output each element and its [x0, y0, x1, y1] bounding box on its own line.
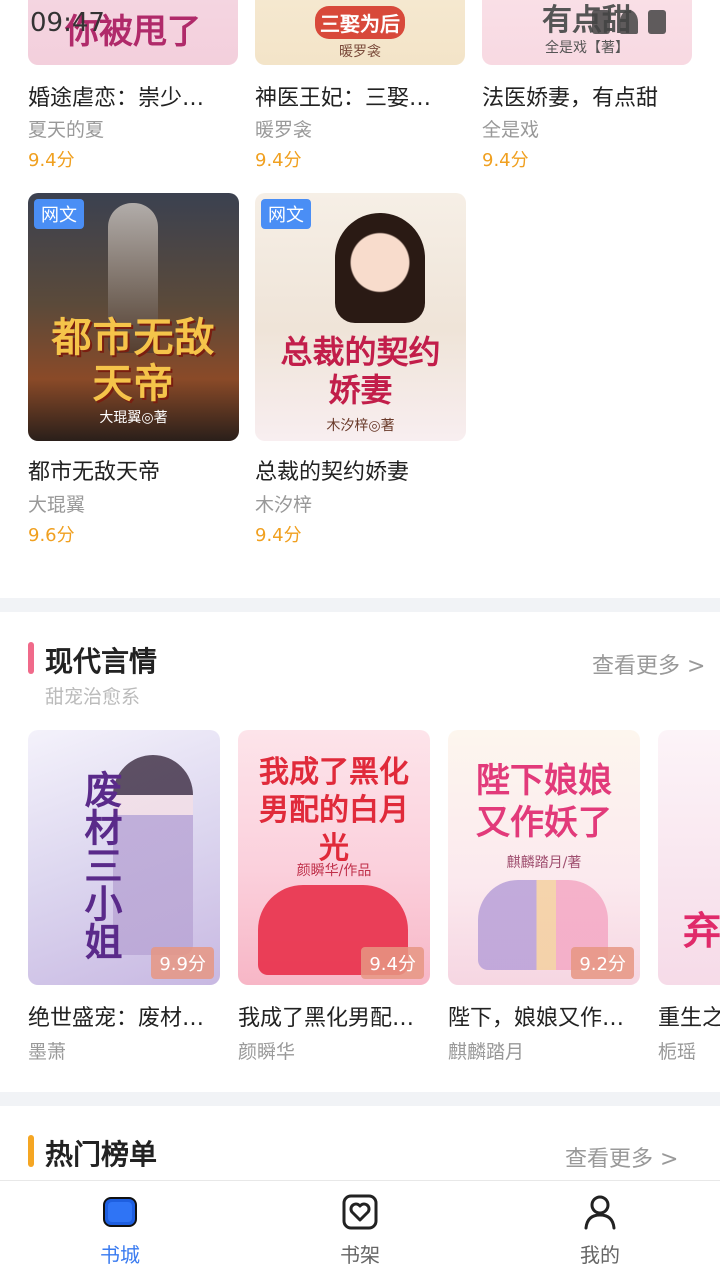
tab-label: 书城: [100, 1243, 140, 1267]
app-page: 09:47 你被甩了 三娶为后 暖罗衾 有点甜 全是戏【著】 婚途虐恋：崇少… …: [0, 0, 720, 1280]
view-more-link[interactable]: 查看更多 >: [565, 1141, 678, 1173]
book-score: 9.4分: [28, 150, 75, 171]
book-title[interactable]: 我成了黑化男配…: [238, 1000, 433, 1032]
cover-author: 木汐梓◎著: [326, 418, 395, 434]
profile-icon: [584, 1195, 616, 1230]
book-cover[interactable]: 废材三小姐 9.9分: [28, 730, 220, 985]
score-badge: 9.9分: [151, 947, 214, 979]
book-author: 麒麟踏月: [448, 1041, 525, 1063]
cover-title: 弃: [682, 909, 720, 953]
book-title[interactable]: 法医娇妻，有点甜: [482, 80, 712, 112]
book-author: 颜瞬华: [238, 1041, 296, 1063]
bottom-tab-bar: 书城 书架 我的: [0, 1180, 720, 1280]
book-title[interactable]: 绝世盛宠：废材…: [28, 1000, 223, 1032]
sim-icon: [592, 10, 610, 34]
score-badge: 9.4分: [361, 947, 424, 979]
status-bar: 09:47: [0, 0, 720, 44]
section-accent-bar: [28, 1135, 34, 1167]
section-divider: [0, 1092, 720, 1106]
book-title[interactable]: 婚途虐恋：崇少…: [28, 80, 238, 112]
book-score: 9.4分: [482, 150, 529, 171]
cover-author: 暖罗衾: [339, 44, 381, 60]
book-cover[interactable]: 我成了黑化男配的白月光 颜瞬华/作品 9.4分: [238, 730, 430, 985]
status-icons: [592, 10, 666, 34]
book-title[interactable]: 都市无敌天帝: [28, 454, 238, 486]
tab-bookshelf[interactable]: 书架: [240, 1181, 480, 1280]
status-time: 09:47: [30, 8, 105, 38]
book-author: 暖罗衾: [255, 119, 313, 141]
view-more-link[interactable]: 查看更多 >: [592, 648, 705, 680]
battery-icon: [648, 10, 666, 34]
book-title[interactable]: 神医王妃：三娶…: [255, 80, 465, 112]
cover-author: 大琨翼◎著: [99, 410, 168, 426]
section-subtitle: 甜宠治愈系: [45, 686, 141, 708]
book-cover[interactable]: 网文 都市无敌天帝 大琨翼◎著: [28, 193, 239, 441]
tab-label: 我的: [580, 1243, 620, 1267]
section-title: 热门榜单: [45, 1138, 158, 1171]
cover-author: 麒麟踏月/著: [506, 855, 582, 871]
cover-title: 总裁的契约娇妻: [280, 333, 441, 409]
book-author: 全是戏: [482, 119, 540, 141]
book-author: 大琨翼: [28, 494, 86, 516]
book-title[interactable]: 重生之…: [658, 1000, 720, 1032]
section-accent-bar: [28, 642, 34, 674]
genre-tag: 网文: [34, 199, 84, 229]
cover-author: 颜瞬华/作品: [296, 863, 372, 879]
book-author: 夏天的夏: [28, 119, 105, 141]
book-score: 9.4分: [255, 150, 302, 171]
cover-title: 都市无敌天帝: [51, 315, 216, 407]
book-score: 9.6分: [28, 525, 75, 546]
book-title[interactable]: 总裁的契约娇妻: [255, 454, 465, 486]
genre-tag: 网文: [261, 199, 311, 229]
bookshelf-icon: [342, 1194, 378, 1230]
book-cover[interactable]: 弃: [658, 730, 720, 985]
section-divider: [0, 598, 720, 612]
tab-bookstore[interactable]: 书城: [0, 1181, 240, 1280]
book-cover[interactable]: 网文 总裁的契约娇妻 木汐梓◎著: [255, 193, 466, 441]
book-cover[interactable]: 陛下娘娘又作妖了 麒麟踏月/著 9.2分: [448, 730, 640, 985]
book-author: 栀瑶: [658, 1041, 697, 1063]
cover-title: 我成了黑化男配的白月光: [259, 755, 409, 866]
cover-figure: [335, 213, 425, 323]
book-author: 木汐梓: [255, 494, 313, 516]
book-author: 墨萧: [28, 1041, 67, 1063]
tab-label: 书架: [340, 1243, 380, 1267]
tab-profile[interactable]: 我的: [480, 1181, 720, 1280]
score-badge: 9.2分: [571, 947, 634, 979]
cover-title: 废材三小姐: [78, 770, 123, 960]
wifi-icon: [620, 10, 638, 34]
bookstore-icon: [103, 1197, 137, 1227]
cover-title: 陛下娘娘又作妖了: [476, 761, 612, 843]
book-title[interactable]: 陛下，娘娘又作…: [448, 1000, 643, 1032]
book-score: 9.4分: [255, 525, 302, 546]
section-title: 现代言情: [45, 645, 158, 678]
